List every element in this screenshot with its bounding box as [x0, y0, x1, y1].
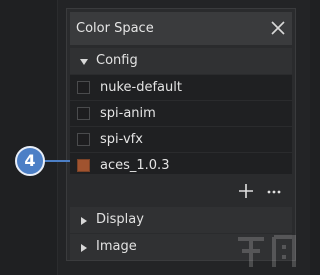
- color-swatch[interactable]: [77, 133, 90, 146]
- color-swatch[interactable]: [77, 159, 90, 172]
- caret-down-icon: [80, 59, 88, 65]
- callout-badge: 4: [15, 146, 45, 176]
- caret-right-icon: [81, 244, 87, 252]
- config-item-aces[interactable]: aces_1.0.3: [70, 153, 292, 174]
- config-item-nuke-default[interactable]: nuke-default: [70, 75, 292, 101]
- color-swatch[interactable]: [77, 107, 90, 120]
- config-item-label: spi-vfx: [100, 132, 143, 147]
- color-swatch[interactable]: [77, 81, 90, 94]
- plus-icon: [239, 184, 253, 198]
- config-label: Config: [96, 53, 138, 68]
- close-icon: [271, 21, 285, 35]
- config-section-header[interactable]: Config: [70, 48, 292, 74]
- config-item-label: aces_1.0.3: [100, 158, 170, 173]
- callout-line: [44, 160, 70, 162]
- close-button[interactable]: [270, 20, 286, 36]
- config-item-spi-anim[interactable]: spi-anim: [70, 101, 292, 127]
- watermark-logo: [238, 235, 296, 267]
- config-list: nuke-default spi-anim spi-vfx aces_1.0.3: [70, 75, 292, 174]
- config-item-label: nuke-default: [100, 80, 182, 95]
- config-item-label: spi-anim: [100, 106, 156, 121]
- more-icon: [267, 190, 281, 194]
- config-toolbar: [70, 177, 292, 205]
- caret-right-icon: [81, 217, 87, 225]
- add-button[interactable]: [238, 183, 254, 199]
- panel-title: Color Space: [76, 21, 154, 36]
- panel-titlebar: Color Space: [70, 12, 292, 45]
- config-item-spi-vfx[interactable]: spi-vfx: [70, 127, 292, 153]
- more-button[interactable]: [266, 183, 282, 199]
- image-label: Image: [96, 239, 137, 254]
- color-space-panel: Color Space Config nuke-default spi-anim…: [66, 8, 296, 261]
- display-label: Display: [96, 212, 144, 227]
